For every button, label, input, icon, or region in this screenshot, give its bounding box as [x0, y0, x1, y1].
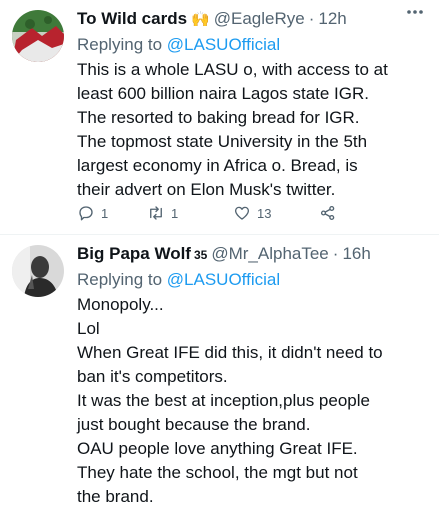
timestamp[interactable]: 12h	[318, 8, 346, 30]
reply-button[interactable]: 1	[77, 204, 147, 222]
tweet-header: Big Papa Wolf 35 @Mr_AlphaTee · 16h	[77, 243, 427, 266]
tweet-actions: 1 1 13	[77, 204, 337, 222]
avatar[interactable]	[12, 245, 64, 297]
retweet-icon	[150, 206, 162, 220]
text-line: OAU people love anything Great IFE.	[77, 439, 358, 458]
more-dots-icon[interactable]	[405, 3, 425, 21]
mention-link[interactable]: @LASUOfficial	[167, 270, 280, 289]
text-line: Lol	[77, 319, 100, 338]
reply-count: 1	[101, 205, 109, 221]
text-line: largest economy in Africa o. Bread, is	[77, 156, 358, 175]
text-line: least 600 billion naira Lagos state IGR.	[77, 84, 370, 103]
tweet-text: Monopoly... Lol When Great IFE did this,…	[77, 293, 427, 509]
heart-icon	[234, 206, 250, 220]
handle[interactable]: @Mr_AlphaTee	[211, 243, 328, 265]
replying-to: Replying to @LASUOfficial	[77, 33, 427, 57]
retweet-button[interactable]: 1	[147, 204, 233, 222]
like-button[interactable]: 13	[233, 204, 319, 222]
display-name[interactable]: To Wild cards	[77, 8, 187, 30]
replying-to: Replying to @LASUOfficial	[77, 268, 427, 292]
display-name[interactable]: Big Papa Wolf	[77, 243, 191, 265]
text-line: ban it's competitors.	[77, 367, 228, 386]
replying-prefix: Replying to	[77, 270, 163, 289]
text-line: The resorted to baking bread for IGR.	[77, 108, 360, 127]
like-count: 13	[257, 205, 272, 221]
tweet[interactable]: To Wild cards 🙌 @EagleRye · 12h Replying…	[0, 0, 439, 238]
retweet-count: 1	[171, 205, 179, 221]
text-line: It was the best at inception,plus people	[77, 391, 370, 410]
text-line: Monopoly...	[77, 295, 164, 314]
text-line: their advert on Elon Musk's twitter.	[77, 180, 336, 199]
text-line: They hate the school, the mgt but not	[77, 463, 358, 482]
avatar[interactable]	[12, 10, 64, 62]
avatar-image	[12, 245, 64, 297]
tweet-text: This is a whole LASU o, with access to a…	[77, 58, 427, 202]
name-emoji: 🙌	[191, 11, 210, 28]
mention-link[interactable]: @LASUOfficial	[167, 35, 280, 54]
timestamp[interactable]: 16h	[342, 243, 370, 265]
separator: ·	[308, 9, 315, 28]
text-line: just bought because the brand.	[77, 415, 311, 434]
handle[interactable]: @EagleRye	[214, 8, 305, 30]
tweet-header: To Wild cards 🙌 @EagleRye · 12h	[77, 8, 427, 31]
share-button[interactable]	[319, 204, 337, 222]
separator: ·	[332, 244, 339, 263]
reply-bubble-icon	[79, 206, 93, 221]
text-line: When Great IFE did this, it didn't need …	[77, 343, 383, 362]
replying-prefix: Replying to	[77, 35, 163, 54]
tweet[interactable]: Big Papa Wolf 35 @Mr_AlphaTee · 16h Repl…	[0, 235, 439, 506]
name-badge: 35	[193, 248, 208, 262]
text-line: The topmost state University in the 5th	[77, 132, 368, 151]
avatar-image	[12, 10, 64, 62]
text-line: This is a whole LASU o, with access to a…	[77, 60, 388, 79]
text-line: the brand.	[77, 487, 154, 506]
share-icon	[320, 205, 335, 221]
